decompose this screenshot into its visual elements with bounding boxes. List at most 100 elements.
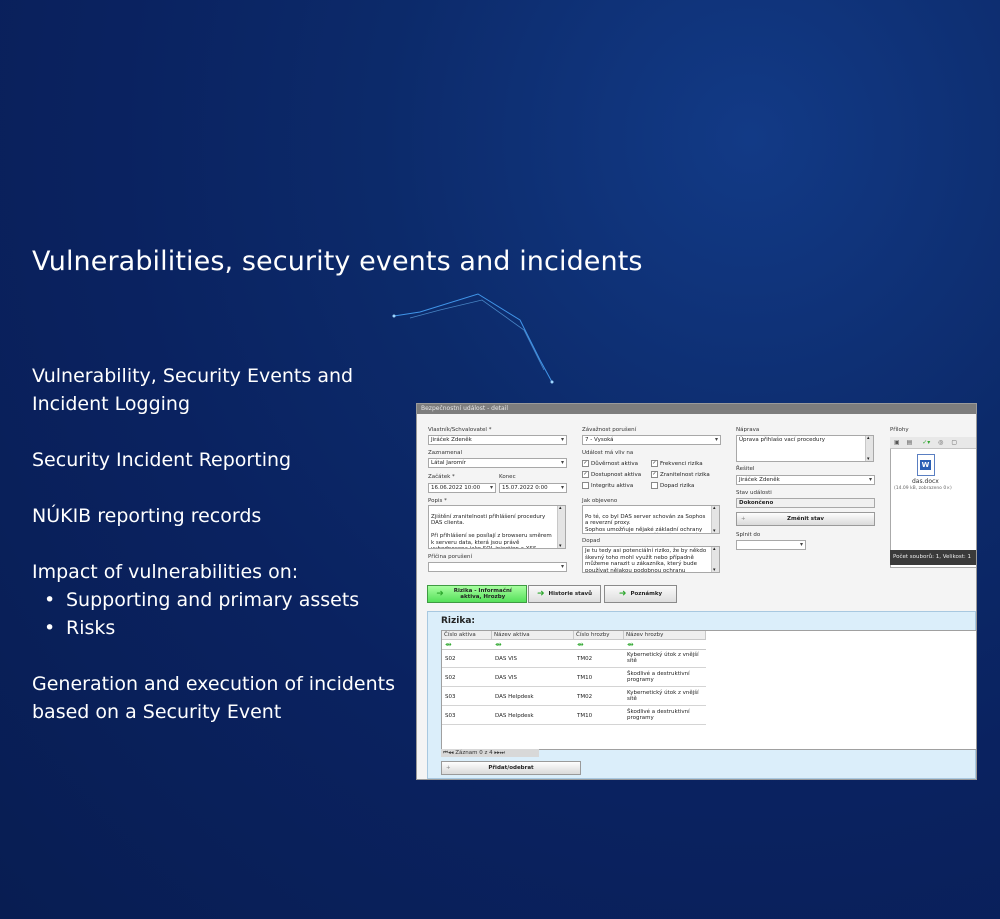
file-name[interactable]: das.docx: [912, 478, 939, 485]
fulfill-date-field[interactable]: [736, 540, 806, 550]
feature-impact: Impact of vulnerabilities on:: [32, 561, 299, 583]
state-label: Stav události: [736, 490, 772, 496]
app-window: Bezpečnostní událost - detail Vlastník/S…: [416, 403, 977, 780]
start-date-field[interactable]: 16.06.2022 10:00: [428, 483, 496, 493]
filter-icon[interactable]: ⇴: [492, 640, 574, 650]
settings-icon[interactable]: ◎: [938, 439, 943, 446]
remedy-scrollbar[interactable]: [865, 436, 873, 461]
severity-select[interactable]: 7 - Vysoká: [582, 435, 721, 445]
check-integrity[interactable]: Integritu aktiva: [582, 482, 633, 489]
desc-scrollbar[interactable]: [557, 506, 565, 548]
col-asset-name[interactable]: Název aktiva: [492, 631, 574, 640]
recorded-select[interactable]: Látal Jaromír: [428, 458, 567, 468]
check-impact[interactable]: Dopad rizika: [651, 482, 694, 489]
row-divider: [442, 667, 706, 668]
add-remove-button[interactable]: + Přidat/odebrat: [441, 761, 581, 775]
table-row-1-asset-no[interactable]: S02: [445, 656, 456, 662]
table-row-4-asset-no[interactable]: S03: [445, 713, 456, 719]
desc-text: Zjištění zranitelnosti přihlášení proced…: [431, 513, 552, 549]
delete-icon[interactable]: ▢: [951, 439, 957, 446]
arrow-right-icon: ➜: [618, 589, 627, 599]
cause-label: Příčina porušení: [428, 554, 473, 560]
file-count-bar: Počet souborů: 1, Velikost: 1: [890, 550, 976, 565]
col-threat-no[interactable]: Číslo hrozby: [574, 631, 624, 640]
bullet-risks: Risks: [44, 614, 412, 642]
paste-icon[interactable]: ▤: [907, 439, 913, 446]
camera-icon[interactable]: ▣: [894, 439, 900, 446]
table-row-3-asset-no[interactable]: S03: [445, 694, 456, 700]
remedy-label: Náprava: [736, 427, 760, 433]
detected-text: Po té, co byl DAS server schován za Soph…: [585, 513, 706, 533]
start-label: Začátek *: [428, 474, 455, 480]
detected-textarea[interactable]: Po té, co byl DAS server schován za Soph…: [582, 505, 720, 534]
checkbox-unchecked-icon: [651, 482, 658, 489]
dopad-text: Je tu tedy asi potenciální riziko, že by…: [585, 548, 707, 573]
pager-status: Záznam 0 z 4: [455, 750, 493, 756]
table-row-4-asset-name[interactable]: DAS Helpdesk: [495, 713, 534, 719]
table-row-2-asset-name[interactable]: DAS VIS: [495, 675, 517, 681]
tab-risks[interactable]: ➜ Rizika - Informační aktiva, Hrozby: [427, 585, 527, 603]
feature-reporting: Security Incident Reporting: [32, 449, 292, 471]
table-row-3-asset-name[interactable]: DAS Helpdesk: [495, 694, 534, 700]
desc-textarea[interactable]: Zjištění zranitelnosti přihlášení proced…: [428, 505, 566, 549]
filter-icon[interactable]: ⇴: [624, 640, 706, 650]
state-field: Dokončeno: [736, 498, 875, 508]
col-threat-name[interactable]: Název hrozby: [624, 631, 706, 640]
impact-label: Událost má vliv na: [582, 450, 634, 456]
tab-history[interactable]: ➜ Historie stavů: [528, 585, 601, 603]
owner-select[interactable]: Jiráček Zdeněk: [428, 435, 567, 445]
feature-list: Vulnerability, Security Events and Incid…: [32, 362, 412, 754]
dopad-textarea[interactable]: Je tu tedy asi potenciální riziko, že by…: [582, 546, 720, 573]
arrow-right-icon: ➜: [436, 589, 444, 599]
table-row-1-threat-name[interactable]: Kybernetický útok z vnější sítě: [627, 652, 705, 664]
remedy-text: Úprava přihlašo vací procedury: [739, 437, 825, 443]
slide-title: Vulnerabilities, security events and inc…: [32, 246, 643, 277]
table-row-3-threat-name[interactable]: Kybernetický útok z vnější sítě: [627, 690, 705, 702]
cause-select[interactable]: [428, 562, 567, 572]
window-title: Bezpečnostní událost - detail: [417, 404, 976, 414]
check-icon[interactable]: ✓▾: [922, 439, 930, 446]
remedy-textarea[interactable]: Úprava přihlašo vací procedury: [736, 435, 874, 462]
checkbox-checked-icon: ✓: [582, 460, 589, 467]
table-row-1-threat-no[interactable]: TM02: [577, 656, 592, 662]
table-row-4-threat-name[interactable]: Škodlivé a destruktivní programy: [627, 709, 705, 721]
col-asset-no[interactable]: Číslo aktiva: [442, 631, 492, 640]
tab-notes[interactable]: ➜ Poznámky: [604, 585, 677, 603]
plus-icon: +: [446, 765, 451, 771]
solver-label: Řešitel: [736, 466, 755, 472]
severity-label: Závažnost porušení: [582, 427, 637, 433]
arrow-right-icon: ➜: [536, 589, 545, 599]
dopad-scrollbar[interactable]: [711, 547, 719, 572]
table-row-3-threat-no[interactable]: TM02: [577, 694, 592, 700]
row-divider: [442, 705, 706, 706]
end-date-field[interactable]: 15.07.2022 0:00: [499, 483, 567, 493]
risks-panel: Rizika: Číslo aktiva Název aktiva Číslo …: [427, 611, 976, 779]
checkbox-checked-icon: ✓: [651, 460, 658, 467]
check-vulnerability[interactable]: ✓ Zranitelnost rizika: [651, 471, 710, 478]
table-row-2-threat-no[interactable]: TM10: [577, 675, 592, 681]
row-divider: [442, 686, 706, 687]
risks-title: Rizika:: [441, 616, 475, 626]
end-label: Konec: [499, 474, 516, 480]
table-row-1-asset-name[interactable]: DAS VIS: [495, 656, 517, 662]
checkbox-checked-icon: ✓: [651, 471, 658, 478]
check-confidentiality[interactable]: ✓ Důvěrnost aktiva: [582, 460, 638, 467]
check-frequency[interactable]: ✓ Frekvenci rizika: [651, 460, 703, 467]
filter-icon[interactable]: ⇴: [442, 640, 492, 650]
file-meta: (14.09 kB, zobrazeno 0×): [894, 486, 952, 491]
table-pager[interactable]: ⏮◂◂ Záznam 0 z 4 ▸▸⏭: [441, 749, 539, 757]
filter-icon[interactable]: ⇴: [574, 640, 624, 650]
table-row-2-threat-name[interactable]: Škodlivé a destruktivní programy: [627, 671, 705, 683]
table-row-2-asset-no[interactable]: S02: [445, 675, 456, 681]
pager-first-icon[interactable]: ⏮◂◂: [443, 750, 453, 756]
check-availability[interactable]: ✓ Dostupnost aktiva: [582, 471, 641, 478]
recorded-label: Zaznamenal: [428, 450, 463, 456]
attachments-toolbar: ▣ ▤ ✓▾ ◎ ▢: [890, 437, 976, 449]
solver-select[interactable]: Jiráček Zdeněk: [736, 475, 875, 485]
change-state-button[interactable]: + Změnit stav: [736, 512, 875, 526]
change-state-label: Změnit stav: [787, 516, 824, 522]
pager-next-icon[interactable]: ▸▸⏭: [494, 750, 504, 756]
detected-scrollbar[interactable]: [711, 506, 719, 533]
table-row-4-threat-no[interactable]: TM10: [577, 713, 592, 719]
word-document-icon[interactable]: [917, 454, 935, 476]
